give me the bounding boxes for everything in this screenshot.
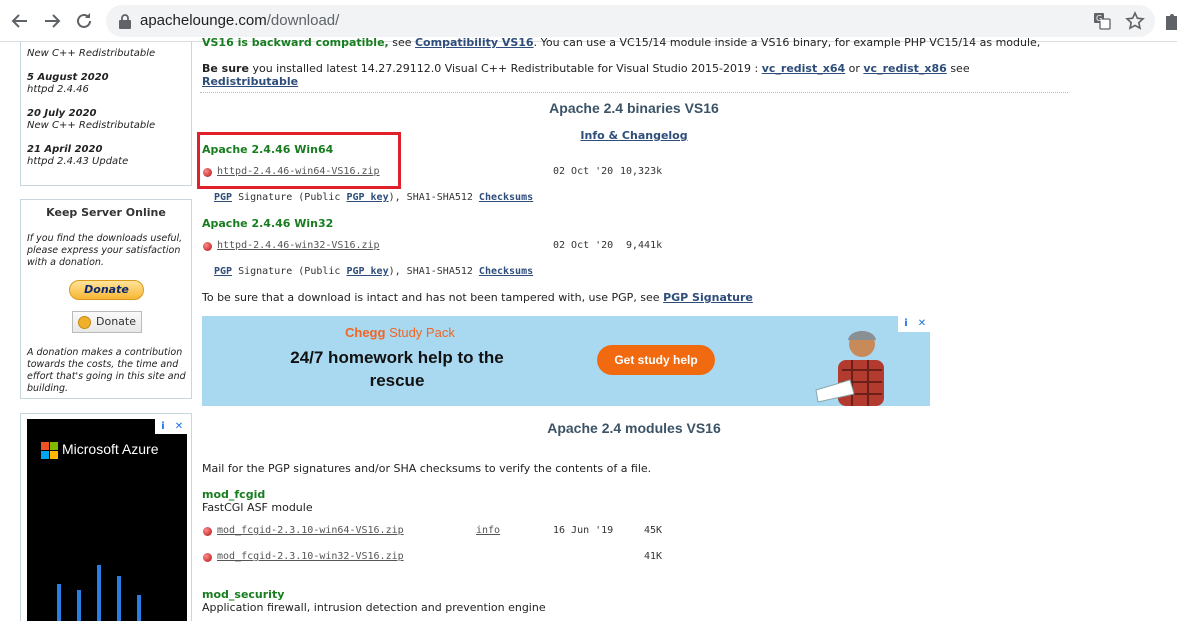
translate-icon[interactable]: G <box>1093 12 1111 30</box>
extensions-puzzle-icon[interactable] <box>1163 11 1177 31</box>
paypal-donate-button[interactable]: Donate <box>69 280 144 300</box>
mod-fcgid-size: 41K <box>644 551 663 562</box>
mod-fcgid-info-link[interactable]: info <box>476 525 500 536</box>
checksums-link[interactable]: Checksums <box>479 266 533 277</box>
url-text: apachelounge.com/download/ <box>140 12 340 29</box>
svg-text:G: G <box>1096 14 1102 23</box>
chegg-advertisement[interactable]: Chegg Study Pack 24/7 homework help to t… <box>202 316 930 406</box>
donation-box-title: Keep Server Online <box>46 206 166 219</box>
azure-ad-brand: Microsoft Azure <box>62 441 159 457</box>
compat-note: VS16 is backward compatible, see Compati… <box>202 36 1041 49</box>
get-study-help-button[interactable]: Get study help <box>597 345 715 375</box>
bullet-icon <box>203 527 212 536</box>
win32-date: 02 Oct '20 <box>553 240 614 251</box>
donation-text: If you find the downloads useful, please… <box>27 233 183 268</box>
bookmark-star-icon[interactable] <box>1125 11 1145 31</box>
binaries-section-title: Apache 2.4 binaries VS16 <box>549 100 719 116</box>
mod-fcgid-desc: FastCGI ASF module <box>202 501 313 514</box>
checksums-link[interactable]: Checksums <box>479 192 533 203</box>
coin-donate-button[interactable]: Donate <box>72 311 142 333</box>
ad-close-icon[interactable]: ✕ <box>914 316 930 331</box>
pgp-key-link[interactable]: PGP key <box>346 192 388 203</box>
win64-size: 10,323k <box>620 166 663 177</box>
azure-ad-bar <box>57 584 61 621</box>
win32-title: Apache 2.4.46 Win32 <box>202 217 334 230</box>
chegg-logo: Chegg Study Pack <box>345 325 455 340</box>
azure-ad-bar <box>97 565 101 621</box>
lock-icon <box>118 13 132 29</box>
modules-section-title: Apache 2.4 modules VS16 <box>547 420 721 436</box>
address-bar[interactable]: apachelounge.com/download/ G <box>106 5 1155 37</box>
mod-security-title: mod_security <box>202 588 285 601</box>
ad-info-icon[interactable]: i <box>898 316 914 331</box>
bullet-icon <box>203 242 212 251</box>
news-item: New C++ Redistributable <box>27 48 156 59</box>
microsoft-logo-icon <box>41 442 58 459</box>
mod-fcgid-size: 45K <box>644 525 663 536</box>
pgp-key-link[interactable]: PGP key <box>346 266 388 277</box>
ad-info-icon[interactable]: i <box>155 419 171 434</box>
donation-note: A donation makes a contribution towards … <box>27 347 186 394</box>
info-changelog-anchor[interactable]: Info & Changelog <box>580 129 687 142</box>
main-content: VS16 is backward compatible, see Compati… <box>197 36 1080 621</box>
azure-ad-banner[interactable]: Microsoft Azure i ✕ <box>27 419 187 621</box>
news-box: New C++ Redistributable 5 August 2020 ht… <box>20 42 192 186</box>
azure-ad-bar <box>77 590 81 621</box>
win64-download-link[interactable]: httpd-2.4.46-win64-VS16.zip <box>217 166 380 177</box>
win64-title: Apache 2.4.46 Win64 <box>202 143 334 156</box>
coin-icon <box>78 316 91 329</box>
bullet-icon <box>203 553 212 562</box>
win64-date: 02 Oct '20 <box>553 166 614 177</box>
bullet-icon <box>203 168 212 177</box>
azure-ad-bar <box>117 576 121 621</box>
highlight-box <box>197 132 401 189</box>
redist-note: Be sure you installed latest 14.27.29112… <box>202 62 970 75</box>
mod-fcgid-win32-link[interactable]: mod_fcgid-2.3.10-win32-VS16.zip <box>217 551 404 562</box>
news-item: 5 August 2020 httpd 2.4.46 <box>27 72 109 95</box>
pgp-link[interactable]: PGP <box>214 266 232 277</box>
mail-note: Mail for the PGP signatures and/or SHA c… <box>202 462 652 475</box>
vc-redist-x86-link[interactable]: vc_redist_x86 <box>863 62 946 75</box>
azure-advertisement[interactable]: Microsoft Azure i ✕ <box>20 413 192 621</box>
win32-signature-row: PGP Signature (Public PGP key), SHA1-SHA… <box>214 266 534 277</box>
tamper-note: To be sure that a download is intact and… <box>202 291 753 304</box>
mod-fcgid-title: mod_fcgid <box>202 488 266 501</box>
mod-fcgid-date: 16 Jun '19 <box>553 525 614 536</box>
ad-controls: i ✕ <box>898 316 930 332</box>
mod-security-desc: Application firewall, intrusion detectio… <box>202 601 546 614</box>
news-item: 21 April 2020 httpd 2.4.43 Update <box>27 144 129 167</box>
reload-icon[interactable] <box>74 11 94 31</box>
student-illustration <box>815 331 884 406</box>
forward-arrow-icon[interactable] <box>42 11 62 31</box>
azure-ad-bar <box>137 595 141 621</box>
news-item: 20 July 2020 New C++ Redistributable <box>27 108 156 131</box>
pgp-link[interactable]: PGP <box>214 192 232 203</box>
win32-size: 9,441k <box>626 240 663 251</box>
divider <box>200 92 1068 93</box>
redistributable-link[interactable]: Redistributable <box>202 75 298 88</box>
donation-box: Keep Server Online If you find the downl… <box>20 199 192 399</box>
pgp-signature-link[interactable]: PGP Signature <box>663 291 753 304</box>
win64-signature-row: PGP Signature (Public PGP key), SHA1-SHA… <box>214 192 534 203</box>
win32-download-link[interactable]: httpd-2.4.46-win32-VS16.zip <box>217 240 380 251</box>
ad-close-icon[interactable]: ✕ <box>171 419 187 434</box>
mod-fcgid-win64-link[interactable]: mod_fcgid-2.3.10-win64-VS16.zip <box>217 525 404 536</box>
back-arrow-icon[interactable] <box>10 11 30 31</box>
compatibility-vs16-link[interactable]: Compatibility VS16 <box>415 36 534 49</box>
ad-headline: 24/7 homework help to the rescue <box>290 348 504 390</box>
vc-redist-x64-link[interactable]: vc_redist_x64 <box>762 62 845 75</box>
